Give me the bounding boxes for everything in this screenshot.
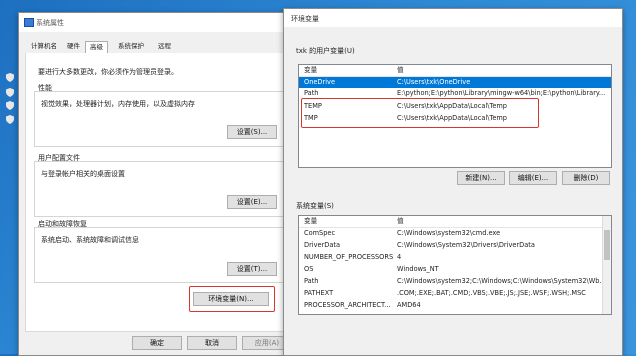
performance-group: 视觉效果，处理器计划，内存使用，以及虚拟内存 设置(S)... bbox=[34, 91, 284, 147]
var-value: AMD64 bbox=[397, 301, 421, 309]
table-row[interactable]: NUMBER_OF_PROCESSORS 4 bbox=[299, 252, 611, 263]
var-name: ComSpec bbox=[304, 229, 336, 237]
admin-note: 要进行大多数更改，你必须作为管理员登录。 bbox=[38, 68, 178, 76]
shield-icon bbox=[6, 88, 14, 97]
system-vars-header: 变量 值 bbox=[299, 216, 611, 228]
highlight-box bbox=[301, 98, 539, 128]
table-row[interactable]: ComSpec C:\Windows\system32\cmd.exe bbox=[299, 228, 611, 239]
var-name: DriverData bbox=[304, 241, 341, 249]
var-name: OneDrive bbox=[304, 78, 336, 86]
user-profiles-settings-button[interactable]: 设置(E)... bbox=[227, 195, 277, 209]
col-variable[interactable]: 变量 bbox=[304, 65, 317, 76]
tab-computer-name[interactable]: 计算机名 bbox=[27, 41, 61, 52]
col-value[interactable]: 值 bbox=[397, 216, 404, 227]
window-title: 系统属性 bbox=[36, 19, 64, 27]
table-row[interactable]: DriverData C:\Windows\System32\Drivers\Dr… bbox=[299, 240, 611, 251]
user-edit-button[interactable]: 编辑(E)... bbox=[509, 171, 557, 185]
user-new-button[interactable]: 新建(N)... bbox=[457, 171, 505, 185]
startup-recovery-settings-button[interactable]: 设置(T)... bbox=[227, 262, 277, 276]
tab-hardware[interactable]: 硬件 bbox=[63, 41, 84, 52]
shield-icon bbox=[6, 115, 14, 124]
startup-recovery-group: 系统启动、系统故障和调试信息 设置(T)... bbox=[34, 227, 284, 283]
var-value: .COM;.EXE;.BAT;.CMD;.VBS;.VBE;.JS;.JSE;.… bbox=[397, 289, 586, 297]
user-vars-list[interactable]: 变量 值 OneDrive C:\Users\txk\OneDrive Path… bbox=[298, 64, 612, 168]
system-vars-list[interactable]: 变量 值 ComSpec C:\Windows\system32\cmd.exe … bbox=[298, 215, 612, 315]
cancel-button[interactable]: 取消 bbox=[187, 336, 237, 350]
env-window-title: 环境变量 bbox=[291, 15, 319, 23]
var-name: NUMBER_OF_PROCESSORS bbox=[304, 253, 394, 261]
environment-variables-dialog: 环境变量 txk 的用户变量(U) 变量 值 OneDrive C:\Users… bbox=[283, 8, 623, 356]
var-value: 4 bbox=[397, 253, 402, 261]
table-row[interactable]: PROCESSOR_ARCHITECT... AMD64 bbox=[299, 300, 611, 311]
var-value: C:\Windows\System32\Drivers\DriverData bbox=[397, 241, 535, 249]
shield-icon bbox=[6, 73, 14, 82]
tab-advanced[interactable]: 高级 bbox=[85, 41, 108, 53]
system-properties-dialog: 系统属性 计算机名 硬件 高级 系统保护 远程 要进行大多数更改，你必须作为管理… bbox=[18, 12, 296, 356]
var-value: C:\Windows\system32\cmd.exe bbox=[397, 229, 501, 237]
col-variable[interactable]: 变量 bbox=[304, 216, 317, 227]
title-bar: 系统属性 bbox=[19, 13, 295, 32]
startup-recovery-desc: 系统启动、系统故障和调试信息 bbox=[41, 236, 139, 244]
shield-icon bbox=[6, 101, 14, 110]
user-vars-label: txk 的用户变量(U) bbox=[296, 47, 355, 55]
table-row[interactable]: OneDrive C:\Users\txk\OneDrive bbox=[299, 77, 611, 88]
tab-remote[interactable]: 远程 bbox=[154, 41, 175, 52]
var-name: PATHEXT bbox=[304, 289, 334, 297]
var-name: OS bbox=[304, 265, 314, 273]
performance-settings-button[interactable]: 设置(S)... bbox=[227, 125, 277, 139]
var-name: Path bbox=[304, 277, 319, 285]
table-row[interactable]: OS Windows_NT bbox=[299, 264, 611, 275]
env-title-bar: 环境变量 bbox=[284, 9, 622, 27]
user-profiles-group: 与登录帐户相关的桌面设置 设置(E)... bbox=[34, 161, 284, 217]
user-profiles-desc: 与登录帐户相关的桌面设置 bbox=[41, 170, 125, 178]
table-row[interactable]: Path C:\Windows\system32;C:\Windows;C:\Wi… bbox=[299, 276, 611, 287]
user-vars-header: 变量 值 bbox=[299, 65, 611, 77]
tab-panel: 要进行大多数更改，你必须作为管理员登录。 性能 视觉效果，处理器计划，内存使用，… bbox=[25, 53, 291, 332]
var-value: C:\Users\txk\OneDrive bbox=[397, 78, 471, 86]
environment-variables-button[interactable]: 环境变量(N)... bbox=[193, 292, 269, 306]
tab-system-protection[interactable]: 系统保护 bbox=[114, 41, 148, 52]
scrollbar-thumb[interactable] bbox=[604, 230, 610, 260]
var-name: PROCESSOR_ARCHITECT... bbox=[304, 301, 391, 309]
var-value: C:\Windows\system32;C:\Windows;C:\Window… bbox=[397, 277, 606, 285]
system-vars-scrollbar[interactable] bbox=[602, 216, 611, 314]
performance-desc: 视觉效果，处理器计划，内存使用，以及虚拟内存 bbox=[41, 100, 195, 108]
user-delete-button[interactable]: 删除(D) bbox=[562, 171, 610, 185]
system-vars-label: 系统变量(S) bbox=[296, 202, 334, 210]
var-value: Windows_NT bbox=[397, 265, 439, 273]
col-value[interactable]: 值 bbox=[397, 65, 404, 76]
ok-button[interactable]: 确定 bbox=[132, 336, 182, 350]
computer-icon bbox=[24, 18, 34, 27]
table-row[interactable]: PATHEXT .COM;.EXE;.BAT;.CMD;.VBS;.VBE;.JS… bbox=[299, 288, 611, 299]
